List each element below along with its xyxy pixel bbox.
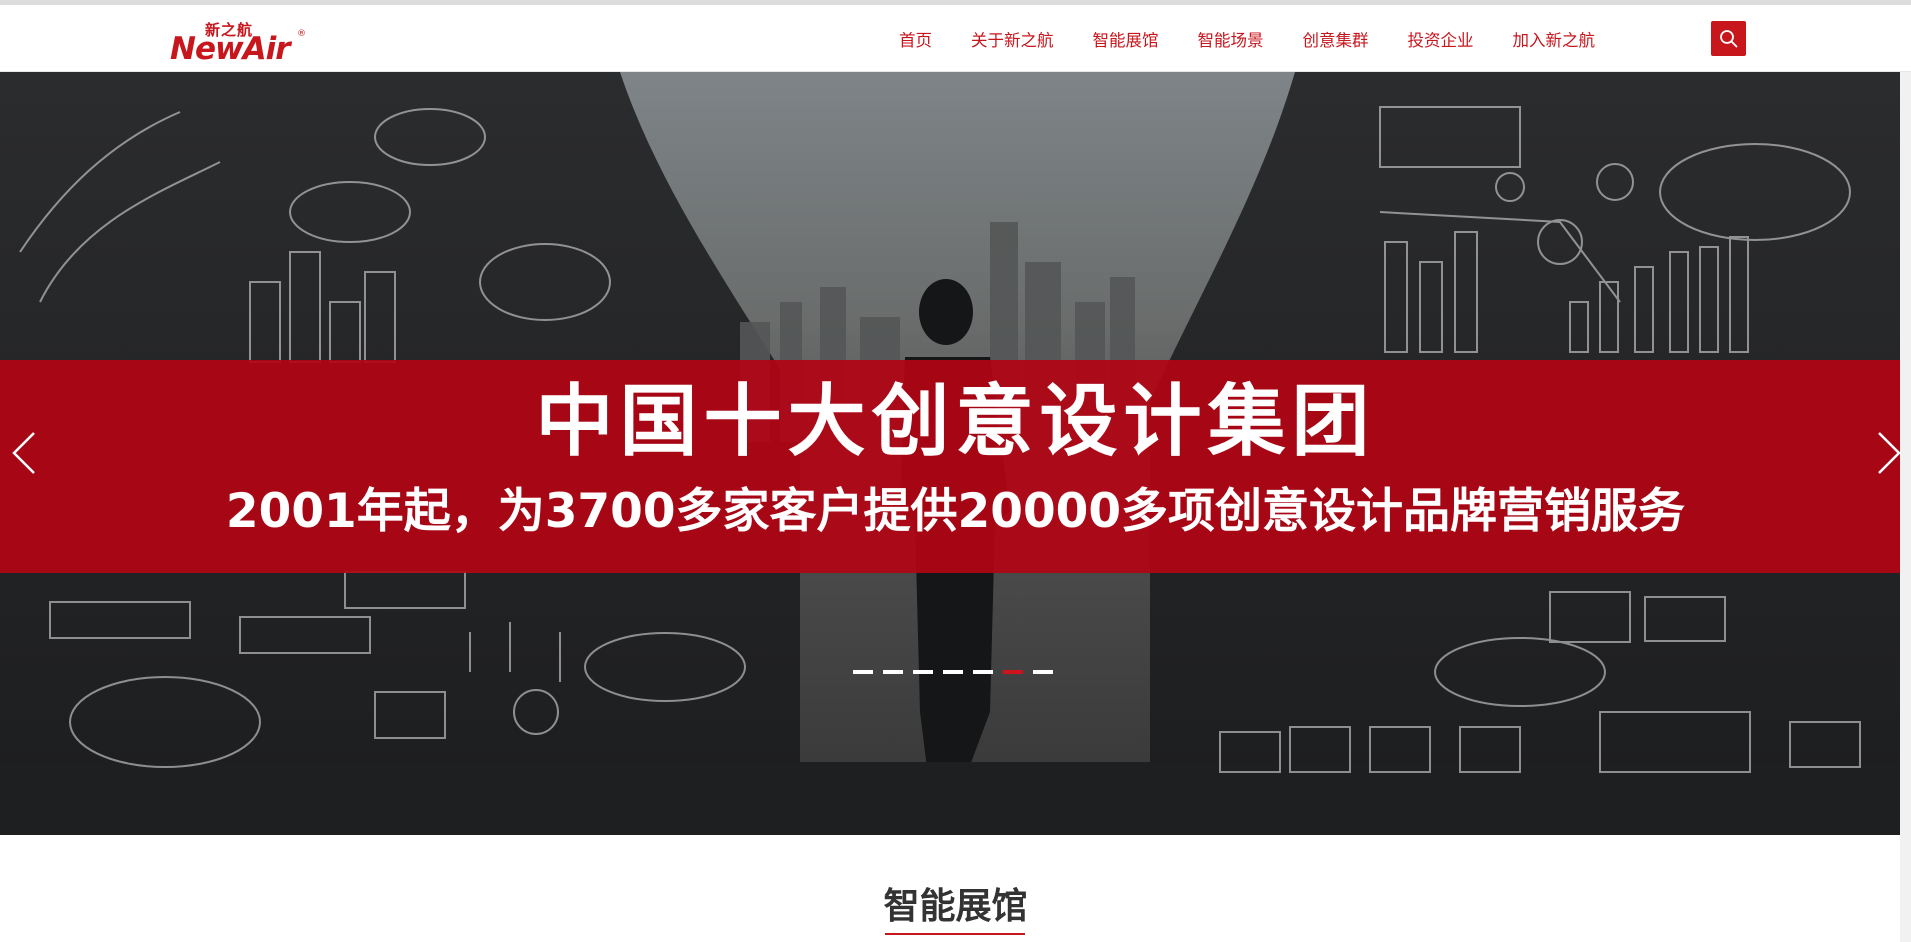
chevron-left-icon [12, 432, 35, 474]
nav-item-smart-scenes[interactable]: 智能场景 [1198, 27, 1264, 51]
logo-en: NewAir [170, 31, 291, 67]
nav-item-smart-exhibition[interactable]: 智能展馆 [1093, 27, 1159, 51]
carousel-dot-3[interactable] [913, 670, 933, 674]
logo-registered-mark: ® [297, 29, 306, 39]
section-title-underline [885, 933, 1025, 935]
carousel-dot-1[interactable] [853, 670, 873, 674]
carousel-dot-4[interactable] [943, 670, 963, 674]
nav-item-home[interactable]: 首页 [899, 27, 932, 51]
banner-headline: 中国十大创意设计集团 [535, 377, 1376, 467]
carousel-prev-button[interactable] [4, 418, 48, 488]
nav-item-investments[interactable]: 投资企业 [1408, 27, 1474, 51]
search-button[interactable] [1711, 21, 1746, 56]
main-nav: 首页 关于新之航 智能展馆 智能场景 创意集群 投资企业 加入新之航 [899, 5, 1595, 72]
logo[interactable]: 新之航 NewAir ® [170, 19, 315, 67]
scrollbar[interactable] [1900, 72, 1911, 942]
nav-item-join[interactable]: 加入新之航 [1513, 27, 1596, 51]
carousel-dot-6[interactable] [1003, 670, 1023, 674]
nav-item-creative-cluster[interactable]: 创意集群 [1303, 27, 1369, 51]
banner-subline: 2001年起，为3700多家客户提供20000多项创意设计品牌营销服务 [225, 484, 1686, 539]
carousel-dot-5[interactable] [973, 670, 993, 674]
section-title: 智能展馆 [883, 886, 1028, 927]
search-icon [1720, 30, 1738, 48]
carousel-dot-7[interactable] [1033, 670, 1053, 674]
carousel-dot-2[interactable] [883, 670, 903, 674]
headline-strip: 中国十大创意设计集团 2001年起，为3700多家客户提供20000多项创意设计… [0, 360, 1911, 573]
hero-banner: 中国十大创意设计集团 2001年起，为3700多家客户提供20000多项创意设计… [0, 72, 1911, 835]
nav-item-about[interactable]: 关于新之航 [971, 27, 1054, 51]
carousel-pagination [853, 670, 1063, 674]
site-header: 新之航 NewAir ® 首页 关于新之航 智能展馆 智能场景 创意集群 投资企… [0, 5, 1911, 72]
